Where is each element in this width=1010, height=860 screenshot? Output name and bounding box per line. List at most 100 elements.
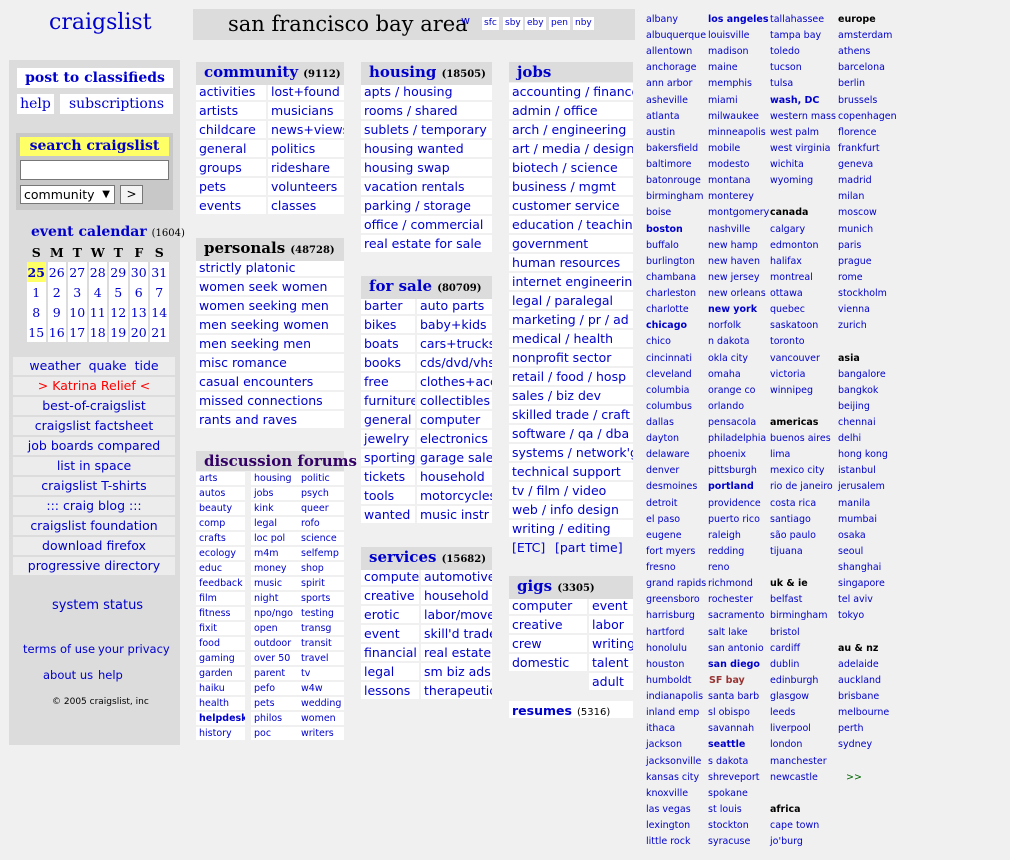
city-link[interactable]: atlanta [646,111,680,123]
city-link[interactable]: asheville [646,95,688,107]
craigslist-tshirts-link[interactable]: craigslist T-shirts [13,477,175,495]
city-link[interactable]: edmonton [770,240,819,252]
forum-link[interactable]: philos [251,712,298,725]
city-link[interactable]: auckland [838,675,881,687]
city-link[interactable]: birmingham [646,191,703,203]
city-link[interactable]: memphis [708,78,752,90]
personals-link[interactable]: casual encounters [196,373,344,390]
city-link[interactable]: orange co [708,385,756,397]
category-select[interactable]: community ▼ [20,185,115,204]
city-link[interactable]: SF bay [709,675,745,687]
subarea-nby[interactable]: nby [573,17,594,30]
services-link[interactable]: household [421,587,492,604]
calendar-day[interactable]: 30 [129,262,148,282]
jobs-link[interactable]: marketing / pr / ad [509,311,633,328]
about-us-link[interactable]: about us [43,668,93,682]
list-in-space-link[interactable]: list in space [13,457,175,475]
city-link[interactable]: delhi [838,433,861,445]
forum-link[interactable]: fitness [196,607,245,620]
calendar-day[interactable]: 6 [129,282,148,302]
city-link[interactable]: cape town [770,820,819,832]
forum-link[interactable]: testing [298,607,344,620]
calendar-day[interactable]: 29 [109,262,128,282]
community-header[interactable]: community (9112) [196,62,344,85]
calendar-day[interactable]: 19 [109,322,128,342]
gigs-link[interactable]: computer [509,597,587,614]
city-link[interactable]: montana [708,175,750,187]
jobs-link[interactable]: tv / film / video [509,482,633,499]
quake-link[interactable]: quake [89,358,127,373]
jobs-link[interactable]: writing / editing [509,520,633,537]
forum-link[interactable]: jobs [251,487,298,500]
calendar-day[interactable]: 5 [109,282,128,302]
city-link[interactable]: frankfurt [838,143,880,155]
forum-link[interactable]: garden [196,667,245,680]
forsale-link[interactable]: motorcycles [417,487,492,504]
forum-link[interactable]: educ [196,562,245,575]
city-link[interactable]: maine [708,62,738,74]
city-link[interactable]: moscow [838,207,877,219]
city-link[interactable]: brussels [838,95,877,107]
calendar-day[interactable]: 9 [47,302,66,322]
city-link[interactable]: grand rapids [646,578,706,590]
city-link[interactable]: s dakota [708,756,748,768]
city-link[interactable]: bakersfield [646,143,698,155]
city-link[interactable]: stockholm [838,288,887,300]
city-link[interactable]: wichita [770,159,804,171]
city-link[interactable]: tulsa [770,78,793,90]
calendar-day[interactable]: 28 [88,262,107,282]
city-link[interactable]: amsterdam [838,30,892,42]
city-link[interactable]: milan [838,191,864,203]
city-link[interactable]: liverpool [770,723,811,735]
subscriptions-link[interactable]: subscriptions [60,94,173,114]
housing-link[interactable]: housing wanted [361,140,492,157]
craigslist-foundation-link[interactable]: craigslist foundation [13,517,175,535]
subarea-sby[interactable]: sby [503,17,523,30]
housing-link[interactable]: sublets / temporary [361,121,492,138]
city-link[interactable]: madrid [838,175,872,187]
jobs-link[interactable]: software / qa / dba [509,425,633,442]
jobs-link[interactable]: arch / engineering [509,121,633,138]
city-link[interactable]: leeds [770,707,795,719]
city-link[interactable]: ann arbor [646,78,692,90]
jobs-link[interactable]: business / mgmt [509,178,633,195]
forum-link[interactable]: w4w [298,682,344,695]
city-link[interactable]: melbourne [838,707,889,719]
city-link[interactable]: santiago [770,514,811,526]
community-link[interactable]: pets [196,178,266,195]
city-link[interactable]: birmingham [770,610,827,622]
community-link[interactable]: events [196,197,266,214]
forum-link[interactable]: spirit [298,577,344,590]
city-link[interactable]: manchester [770,756,827,768]
city-link[interactable]: louisville [708,30,749,42]
city-link[interactable]: singapore [838,578,885,590]
city-link[interactable]: shanghai [838,562,881,574]
services-link[interactable]: lessons [361,682,419,699]
personals-link[interactable]: misc romance [196,354,344,371]
jobs-link[interactable]: retail / food / hosp [509,368,633,385]
services-header[interactable]: services (15682) [361,547,492,570]
forsale-link[interactable]: cds/dvd/vhs [417,354,492,371]
forsale-header[interactable]: for sale (80709) [361,276,492,299]
forsale-link[interactable]: tools [361,487,415,504]
housing-link[interactable]: real estate for sale [361,235,492,252]
city-link[interactable]: newcastle [770,772,818,784]
services-link[interactable]: financial [361,644,419,661]
calendar-day[interactable]: 3 [68,282,87,302]
city-link[interactable]: hong kong [838,449,888,461]
help-footer-link[interactable]: help [98,668,123,682]
forum-link[interactable]: wedding [298,697,344,710]
city-link[interactable]: jo'burg [770,836,803,848]
city-link[interactable]: kansas city [646,772,699,784]
community-link[interactable]: rideshare [268,159,344,176]
city-link[interactable]: allentown [646,46,692,58]
privacy-link[interactable]: your privacy [98,642,170,656]
city-link[interactable]: n dakota [708,336,749,348]
city-link[interactable]: monterey [708,191,754,203]
gigs-link[interactable]: crew [509,635,587,652]
city-link[interactable]: san diego [708,659,760,671]
services-link[interactable]: sm biz ads [421,663,492,680]
city-link[interactable]: norfolk [708,320,741,332]
forsale-link[interactable]: wanted [361,506,415,523]
calendar-day[interactable]: 26 [47,262,66,282]
